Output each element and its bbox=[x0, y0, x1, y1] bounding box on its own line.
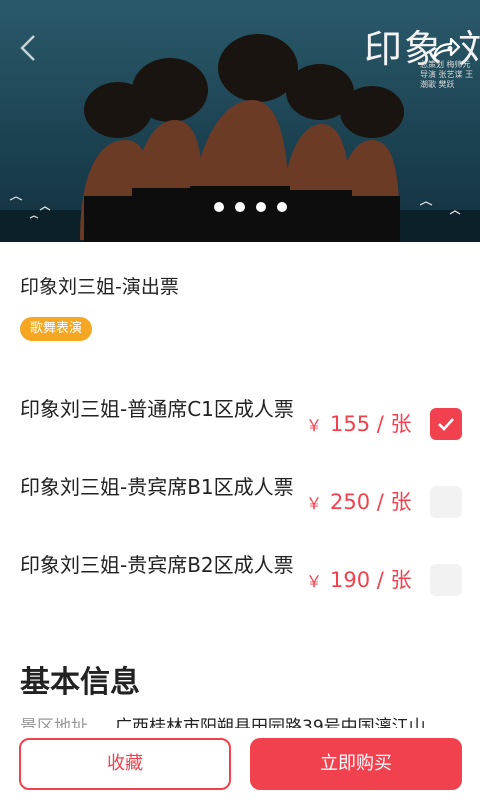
share-icon[interactable] bbox=[426, 30, 464, 66]
section-title: 基本信息 bbox=[20, 665, 140, 700]
product-title: 印象刘三姐-演出票 bbox=[20, 276, 179, 298]
ticket-option[interactable]: 印象刘三姐-普通席C1区成人票 ￥ 155 / 张 bbox=[0, 396, 480, 460]
ticket-option[interactable]: 印象刘三姐-贵宾席B1区成人票 ￥ 250 / 张 bbox=[0, 474, 480, 538]
ticket-checkbox[interactable] bbox=[430, 486, 462, 518]
ticket-name: 印象刘三姐-贵宾席B2区成人票 bbox=[20, 553, 294, 577]
ticket-name: 印象刘三姐-普通席C1区成人票 bbox=[20, 397, 294, 421]
ticket-option[interactable]: 印象刘三姐-贵宾席B2区成人票 ￥ 190 / 张 bbox=[0, 552, 480, 616]
currency-symbol: ￥ bbox=[306, 572, 323, 591]
category-tag: 歌舞表演 bbox=[20, 317, 93, 341]
ticket-checkbox[interactable] bbox=[430, 408, 462, 440]
hero-banner[interactable]: 印象·刘三姐 总策划 梅帅元 导演 张艺谋 王潮歌 樊跃 bbox=[0, 0, 480, 242]
carousel-dot[interactable] bbox=[214, 202, 224, 212]
buy-now-button[interactable]: 立即购买 bbox=[250, 738, 462, 790]
carousel-dot[interactable] bbox=[277, 202, 287, 212]
ticket-price: ￥ 250 / 张 bbox=[306, 486, 412, 516]
carousel-dot[interactable] bbox=[235, 202, 245, 212]
price-value: 155 / 张 bbox=[330, 412, 412, 436]
carousel-indicator bbox=[214, 202, 287, 212]
bottom-action-bar: 收藏 立即购买 bbox=[0, 728, 480, 800]
ticket-name: 印象刘三姐-贵宾席B1区成人票 bbox=[20, 475, 294, 499]
price-value: 250 / 张 bbox=[330, 490, 412, 514]
ticket-checkbox[interactable] bbox=[430, 564, 462, 596]
ticket-price: ￥ 190 / 张 bbox=[306, 564, 412, 594]
checkmark-icon bbox=[438, 418, 454, 431]
favorite-button[interactable]: 收藏 bbox=[19, 738, 231, 790]
ticket-price: ￥ 155 / 张 bbox=[306, 408, 412, 438]
price-value: 190 / 张 bbox=[330, 568, 412, 592]
carousel-dot[interactable] bbox=[256, 202, 266, 212]
currency-symbol: ￥ bbox=[306, 416, 323, 435]
currency-symbol: ￥ bbox=[306, 494, 323, 513]
back-chevron-icon[interactable] bbox=[14, 30, 46, 66]
